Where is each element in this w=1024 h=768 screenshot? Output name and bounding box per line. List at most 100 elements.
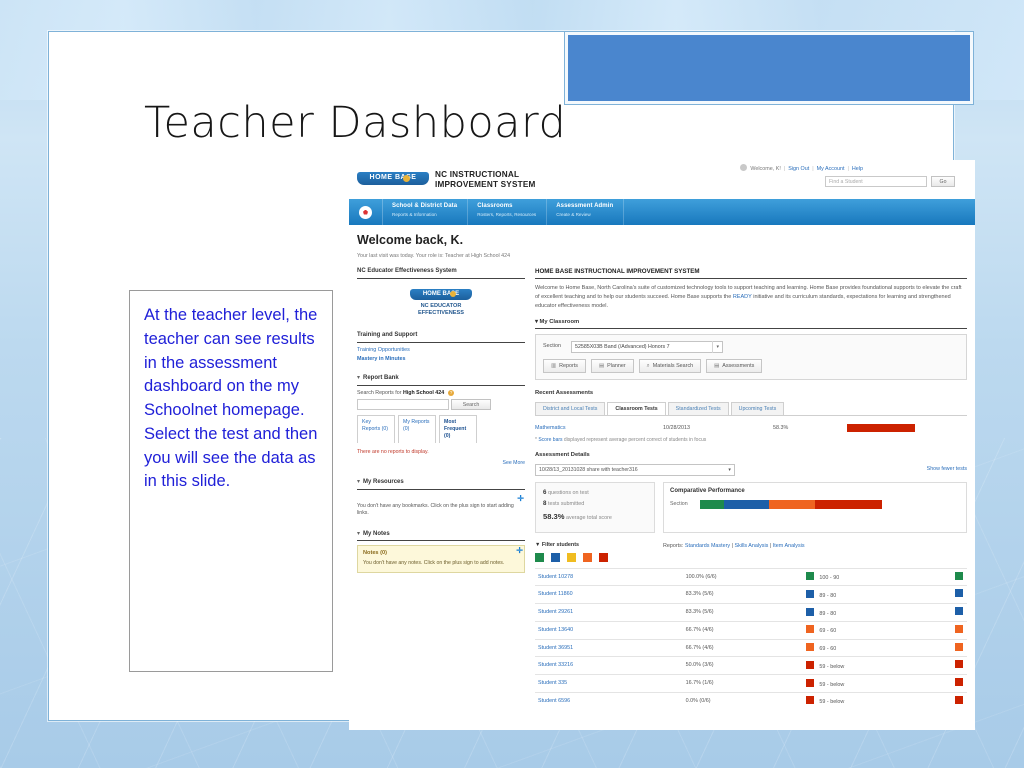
student-name[interactable]: Student 13640 bbox=[535, 620, 684, 640]
student-name[interactable]: Student 6596 bbox=[535, 691, 684, 710]
help-icon[interactable]: ? bbox=[448, 389, 455, 396]
table-row[interactable]: Student 6596 0.0% (0/6) 59 - below bbox=[535, 691, 967, 710]
nav-title: Classrooms bbox=[477, 203, 513, 209]
nav-title: Assessment Admin bbox=[556, 203, 614, 209]
mastery-in-minutes-link[interactable]: Mastery in Minutes bbox=[357, 356, 525, 363]
assessment-select[interactable]: 10/28/13_20131028 share with teacher316 … bbox=[535, 463, 735, 476]
filter-swatch[interactable] bbox=[551, 552, 560, 562]
table-row[interactable]: Student 33216 50.0% (3/6) 59 - below bbox=[535, 656, 967, 675]
collapse-toggle-icon[interactable]: ▾ bbox=[357, 375, 360, 381]
assessments-button-label: Assessments bbox=[722, 362, 755, 369]
tab-key-reports[interactable]: Key Reports (0) bbox=[357, 415, 395, 444]
table-row[interactable]: Student 36951 66.7% (4/6) 69 - 60 bbox=[535, 638, 967, 657]
materials-search-button[interactable]: ⌕ Materials Search bbox=[638, 358, 702, 374]
student-end-cell bbox=[943, 674, 967, 693]
collapse-toggle-icon[interactable]: ▾ bbox=[357, 531, 360, 537]
student-name[interactable]: Student 36951 bbox=[535, 638, 684, 657]
filter-students-text: Filter students bbox=[541, 541, 579, 548]
assessment-select-value: 10/28/13_20131028 share with teacher316 bbox=[539, 466, 638, 473]
standards-mastery-link[interactable]: Standards Mastery bbox=[685, 543, 730, 549]
nav-item-assessment-admin[interactable]: Assessment Admin Create & Review bbox=[547, 199, 625, 225]
student-band: 59 - below bbox=[819, 699, 845, 706]
ee-sub-line2: EFFECTIVENESS bbox=[417, 310, 464, 316]
ready-link[interactable]: READY bbox=[733, 294, 752, 300]
student-name[interactable]: Student 335 bbox=[535, 674, 684, 693]
table-row[interactable]: Student 335 16.7% (1/6) 59 - below bbox=[535, 674, 967, 693]
score-bars-link[interactable]: Score bars bbox=[538, 437, 562, 443]
item-analysis-link[interactable]: Item Analysis bbox=[773, 543, 805, 549]
band-color-chip bbox=[806, 572, 815, 581]
filter-swatch[interactable] bbox=[567, 552, 576, 562]
report-bank-block: ▾ Report Bank Search Reports for High Sch… bbox=[357, 375, 525, 466]
collapse-toggle-icon[interactable]: ▾ bbox=[357, 479, 360, 485]
filter-swatch[interactable] bbox=[599, 552, 608, 562]
decorative-rectangle bbox=[564, 31, 974, 105]
find-student-go-button[interactable]: Go bbox=[931, 176, 955, 187]
skills-analysis-link[interactable]: Skills Analysis bbox=[735, 543, 769, 549]
caption-box: At the teacher level, the teacher can se… bbox=[129, 290, 333, 672]
caption-text: At the teacher level, the teacher can se… bbox=[144, 306, 318, 491]
see-more-link[interactable]: See More bbox=[503, 460, 526, 466]
stat-average: 58.3% average total score bbox=[543, 512, 647, 522]
add-note-plus-icon[interactable]: ✛ bbox=[516, 547, 523, 555]
reports-label: Reports: bbox=[663, 542, 685, 549]
assessment-subject: Mathematics bbox=[535, 424, 566, 431]
student-name[interactable]: Student 11860 bbox=[535, 585, 684, 604]
tab-classroom-tests[interactable]: Classroom Tests bbox=[607, 401, 666, 416]
nav-home-button[interactable] bbox=[349, 199, 383, 225]
table-row[interactable]: Student 29261 83.3% (5/6) 89 - 80 bbox=[535, 603, 967, 622]
table-row[interactable]: Student 10278 100.0% (6/6) 100 - 90 bbox=[535, 567, 967, 586]
filter-swatch[interactable] bbox=[583, 552, 592, 562]
sign-out-link[interactable]: Sign Out bbox=[788, 166, 809, 172]
intro-paragraph: Welcome to Home Base, North Carolina's s… bbox=[535, 284, 967, 310]
section-select[interactable]: 52585X03B Band (/Advanced) Honors 7 ▾ bbox=[571, 340, 723, 353]
filter-students-label[interactable]: ▼ Filter students bbox=[535, 542, 663, 549]
comparative-segment bbox=[814, 500, 882, 510]
student-band-cell: 59 - below bbox=[804, 674, 944, 693]
table-row[interactable]: Student 13640 66.7% (4/6) 69 - 60 bbox=[535, 620, 967, 640]
student-name[interactable]: Student 10278 bbox=[535, 567, 684, 586]
stat-average-label: average total score bbox=[566, 515, 612, 522]
band-color-chip bbox=[806, 643, 815, 652]
user-bar: Welcome, K! | Sign Out | My Account | Help bbox=[740, 164, 863, 173]
my-notes-block: ▾ My Notes ✛ Notes (0) You don't have any… bbox=[357, 531, 525, 573]
student-percent: 50.0% (3/6) bbox=[683, 656, 805, 675]
find-student-input[interactable]: Find a Student bbox=[825, 176, 927, 187]
tab-standardized-tests[interactable]: Standardized Tests bbox=[667, 401, 729, 416]
training-opportunities-link[interactable]: Training Opportunities bbox=[357, 347, 525, 354]
chart-icon: ▥ bbox=[551, 362, 557, 369]
my-classroom-header: ▾ My Classroom bbox=[535, 319, 967, 326]
show-fewer-tests-link[interactable]: Show fewer tests bbox=[927, 466, 967, 473]
reports-button[interactable]: ▥ Reports bbox=[543, 358, 586, 374]
table-row[interactable]: Student 11860 83.3% (5/6) 89 - 80 bbox=[535, 585, 967, 604]
student-name[interactable]: Student 29261 bbox=[535, 603, 684, 622]
student-band: 59 - below bbox=[819, 681, 845, 688]
collapse-toggle-icon[interactable]: ▾ bbox=[535, 319, 538, 325]
planner-button[interactable]: ▤ Planner bbox=[590, 358, 634, 374]
stat-questions: 6 questions on test bbox=[543, 489, 647, 497]
band-color-chip bbox=[806, 607, 815, 616]
student-band-cell: 59 - below bbox=[804, 656, 944, 675]
report-bank-header: ▾ Report Bank bbox=[357, 375, 525, 386]
my-resources-text: You don't have any bookmarks. Click on t… bbox=[357, 502, 514, 517]
tab-most-frequent[interactable]: Most Frequent (0) bbox=[439, 415, 477, 444]
student-band: 100 - 90 bbox=[819, 575, 840, 582]
my-resources-block: ▾ My Resources ✛ You don't have any bookm… bbox=[357, 479, 525, 518]
assessments-button[interactable]: ▤ Assessments bbox=[706, 358, 763, 374]
add-bookmark-plus-icon[interactable]: ✛ bbox=[517, 494, 524, 503]
my-resources-header-label: My Resources bbox=[363, 479, 404, 486]
nav-item-classrooms[interactable]: Classrooms Rosters, Reports, Resources bbox=[468, 199, 548, 225]
filter-swatch[interactable] bbox=[535, 552, 544, 562]
nav-item-school-district-data[interactable]: School & District Data Reports & Informa… bbox=[383, 199, 469, 225]
recent-assessment-row[interactable]: Mathematics 10/28/2013 58.3% bbox=[535, 416, 967, 437]
tab-my-reports[interactable]: My Reports (0) bbox=[398, 415, 436, 444]
my-account-link[interactable]: My Account bbox=[817, 166, 845, 172]
report-bank-search-input[interactable] bbox=[357, 399, 449, 411]
tab-upcoming-tests[interactable]: Upcoming Tests bbox=[730, 401, 785, 416]
ee-sub-line1: NC EDUCATOR bbox=[420, 302, 462, 309]
reports-links: Reports: Standards Mastery | Skills Anal… bbox=[663, 542, 805, 549]
student-name[interactable]: Student 33216 bbox=[535, 656, 684, 675]
help-link[interactable]: Help bbox=[852, 166, 863, 172]
tab-district-and-local-tests[interactable]: District and Local Tests bbox=[535, 401, 606, 416]
report-bank-search-button[interactable]: Search bbox=[451, 399, 491, 411]
